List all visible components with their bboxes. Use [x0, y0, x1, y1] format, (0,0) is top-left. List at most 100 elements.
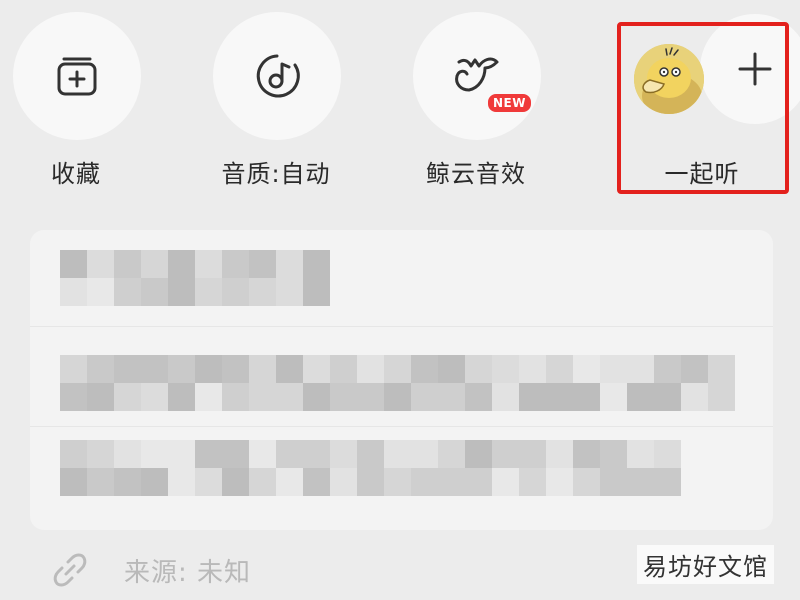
mosaic-cell: [492, 440, 519, 468]
mosaic-cell: [357, 383, 384, 411]
mosaic-cell: [465, 383, 492, 411]
mosaic-cell: [276, 468, 303, 496]
mosaic-cell: [249, 278, 276, 306]
mosaic-cell: [438, 355, 465, 383]
mosaic-cell: [519, 468, 546, 496]
mosaic-cell: [600, 383, 627, 411]
mosaic-cell: [114, 440, 141, 468]
mosaic-cell: [438, 440, 465, 468]
mosaic-cell: [600, 468, 627, 496]
mosaic-cell: [465, 468, 492, 496]
mosaic-cell: [60, 440, 87, 468]
mosaic-cell: [141, 468, 168, 496]
quality-label: 音质:自动: [221, 160, 331, 188]
blurred-text-line: [60, 440, 705, 496]
mosaic-cell: [195, 355, 222, 383]
mosaic-cell: [492, 355, 519, 383]
mosaic-cell: [114, 468, 141, 496]
mosaic-cell: [384, 468, 411, 496]
mosaic-cell: [168, 278, 195, 306]
mosaic-cell: [654, 440, 681, 468]
mosaic-cell: [249, 355, 276, 383]
mosaic-cell: [249, 440, 276, 468]
mosaic-cell: [249, 383, 276, 411]
sound-effect-label: 鲸云音效: [426, 160, 526, 188]
mosaic-cell: [168, 468, 195, 496]
mosaic-cell: [195, 383, 222, 411]
mosaic-cell: [222, 250, 249, 278]
mosaic-cell: [249, 468, 276, 496]
mosaic-cell: [573, 468, 600, 496]
divider: [30, 426, 773, 427]
mosaic-cell: [114, 355, 141, 383]
song-info-card: [30, 230, 773, 530]
mosaic-cell: [654, 383, 681, 411]
mosaic-cell: [411, 440, 438, 468]
mosaic-cell: [519, 383, 546, 411]
mosaic-cell: [222, 278, 249, 306]
mosaic-cell: [627, 383, 654, 411]
link-icon: [50, 550, 90, 590]
blurred-text-line: [60, 355, 760, 411]
mosaic-cell: [195, 278, 222, 306]
mosaic-cell: [114, 250, 141, 278]
collect-action[interactable]: 收藏: [0, 0, 200, 210]
quality-action[interactable]: 音质:自动: [200, 0, 400, 210]
highlight-frame: [617, 22, 789, 194]
divider: [30, 326, 773, 327]
mosaic-cell: [276, 440, 303, 468]
mosaic-cell: [708, 383, 735, 411]
mosaic-cell: [492, 468, 519, 496]
sound-effect-action[interactable]: NEW 鲸云音效: [400, 0, 600, 210]
mosaic-cell: [384, 383, 411, 411]
mosaic-cell: [330, 355, 357, 383]
collect-icon: [57, 57, 97, 96]
mosaic-cell: [600, 355, 627, 383]
mosaic-cell: [573, 383, 600, 411]
mosaic-cell: [303, 383, 330, 411]
mosaic-cell: [384, 440, 411, 468]
mosaic-cell: [357, 355, 384, 383]
mosaic-cell: [330, 468, 357, 496]
mosaic-cell: [222, 468, 249, 496]
mosaic-cell: [87, 468, 114, 496]
mosaic-cell: [330, 440, 357, 468]
mosaic-cell: [168, 383, 195, 411]
mosaic-cell: [276, 250, 303, 278]
mosaic-cell: [222, 383, 249, 411]
mosaic-cell: [330, 383, 357, 411]
mosaic-cell: [465, 440, 492, 468]
quality-button[interactable]: [213, 12, 341, 140]
mosaic-cell: [168, 250, 195, 278]
source-label: 来源: 未知: [124, 557, 252, 588]
mosaic-cell: [654, 355, 681, 383]
mosaic-cell: [573, 355, 600, 383]
new-badge: NEW: [486, 92, 533, 114]
mosaic-cell: [60, 250, 87, 278]
mosaic-cell: [195, 440, 222, 468]
mosaic-cell: [87, 440, 114, 468]
mosaic-cell: [357, 468, 384, 496]
source-row[interactable]: 来源: 未知: [50, 545, 251, 595]
mosaic-cell: [708, 355, 735, 383]
mosaic-cell: [492, 383, 519, 411]
mosaic-cell: [546, 440, 573, 468]
watermark: 易坊好文馆: [637, 545, 774, 584]
collect-label: 收藏: [51, 160, 101, 188]
mosaic-cell: [654, 468, 681, 496]
mosaic-cell: [303, 278, 330, 306]
mosaic-cell: [438, 468, 465, 496]
mosaic-cell: [87, 383, 114, 411]
sound-effect-button[interactable]: NEW: [413, 12, 541, 140]
mosaic-cell: [195, 250, 222, 278]
mosaic-cell: [627, 355, 654, 383]
mosaic-cell: [276, 383, 303, 411]
mosaic-cell: [627, 440, 654, 468]
mosaic-cell: [222, 440, 249, 468]
mosaic-cell: [141, 355, 168, 383]
mosaic-cell: [465, 355, 492, 383]
mosaic-cell: [303, 468, 330, 496]
mosaic-cell: [60, 278, 87, 306]
mosaic-cell: [60, 355, 87, 383]
collect-button[interactable]: [13, 12, 141, 140]
